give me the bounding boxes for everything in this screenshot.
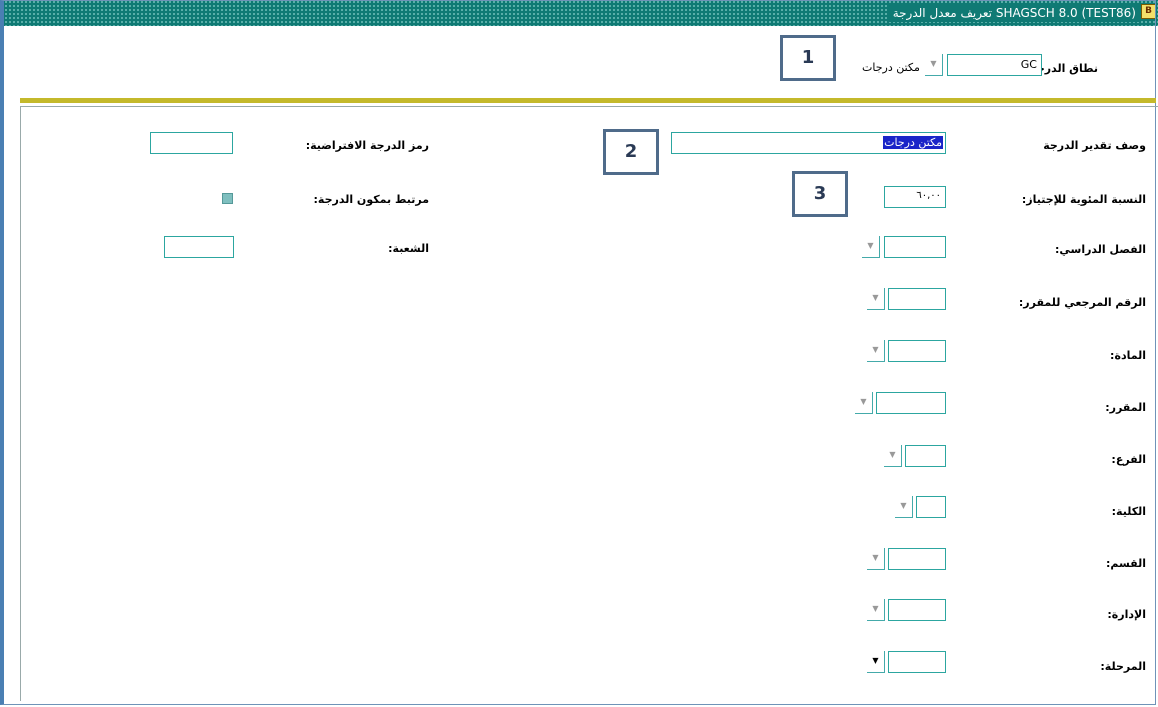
branch-label: الفرع: (1111, 453, 1146, 466)
default-grade-label: رمز الدرجة الافتراضية: (305, 139, 429, 152)
grade-description-label: وصف تقدير الدرجة (1043, 139, 1146, 152)
department-dropdown-icon[interactable]: ▼ (867, 548, 885, 570)
pass-percentage-label: النسبة المئوية للإجتياز: (1021, 193, 1146, 206)
subject-input[interactable] (888, 340, 946, 362)
grade-description-value: مكتن درجات (883, 136, 943, 149)
grade-scope-dropdown-icon[interactable]: ▼ (925, 54, 943, 76)
section-input[interactable] (164, 236, 234, 258)
branch-input[interactable] (905, 445, 946, 467)
course-input[interactable] (876, 392, 946, 414)
level-label: المرحلة: (1100, 660, 1146, 673)
college-label: الكلية: (1111, 505, 1146, 518)
level-dropdown-icon[interactable]: ▼ (867, 651, 885, 673)
college-input[interactable] (916, 496, 946, 518)
form-panel (20, 106, 1158, 701)
course-ref-dropdown-icon[interactable]: ▼ (867, 288, 885, 310)
subject-dropdown-icon[interactable]: ▼ (867, 340, 885, 362)
division-label: الإدارة: (1107, 608, 1146, 621)
section-label: الشعبة: (388, 242, 429, 255)
linked-component-checkbox[interactable] (222, 193, 233, 204)
division-input[interactable] (888, 599, 946, 621)
division-dropdown-icon[interactable]: ▼ (867, 599, 885, 621)
level-input[interactable] (888, 651, 946, 673)
course-label: المقرر: (1105, 401, 1146, 414)
callout-3: 3 (792, 171, 848, 217)
term-input[interactable] (884, 236, 946, 258)
branch-dropdown-icon[interactable]: ▼ (884, 445, 902, 467)
department-label: القسم: (1105, 557, 1146, 570)
callout-1: 1 (780, 35, 836, 81)
college-dropdown-icon[interactable]: ▼ (895, 496, 913, 518)
course-ref-input[interactable] (888, 288, 946, 310)
subject-label: المادة: (1110, 349, 1146, 362)
grade-scope-input[interactable]: GC (947, 54, 1042, 76)
default-grade-input[interactable] (150, 132, 233, 154)
grade-description-input[interactable]: مكتن درجات (671, 132, 946, 154)
section-divider (20, 98, 1156, 103)
grade-scope-description: مكتن درجات (862, 61, 920, 74)
linked-component-label: مرتبط بمكون الدرجة: (313, 193, 429, 206)
term-label: الفصل الدراسي: (1054, 243, 1146, 256)
course-ref-label: الرقم المرجعي للمقرر: (1018, 296, 1146, 309)
callout-2: 2 (603, 129, 659, 175)
course-dropdown-icon[interactable]: ▼ (855, 392, 873, 414)
term-dropdown-icon[interactable]: ▼ (862, 236, 880, 258)
department-input[interactable] (888, 548, 946, 570)
pass-percentage-input[interactable]: ٦٠,٠٠ (884, 186, 946, 208)
